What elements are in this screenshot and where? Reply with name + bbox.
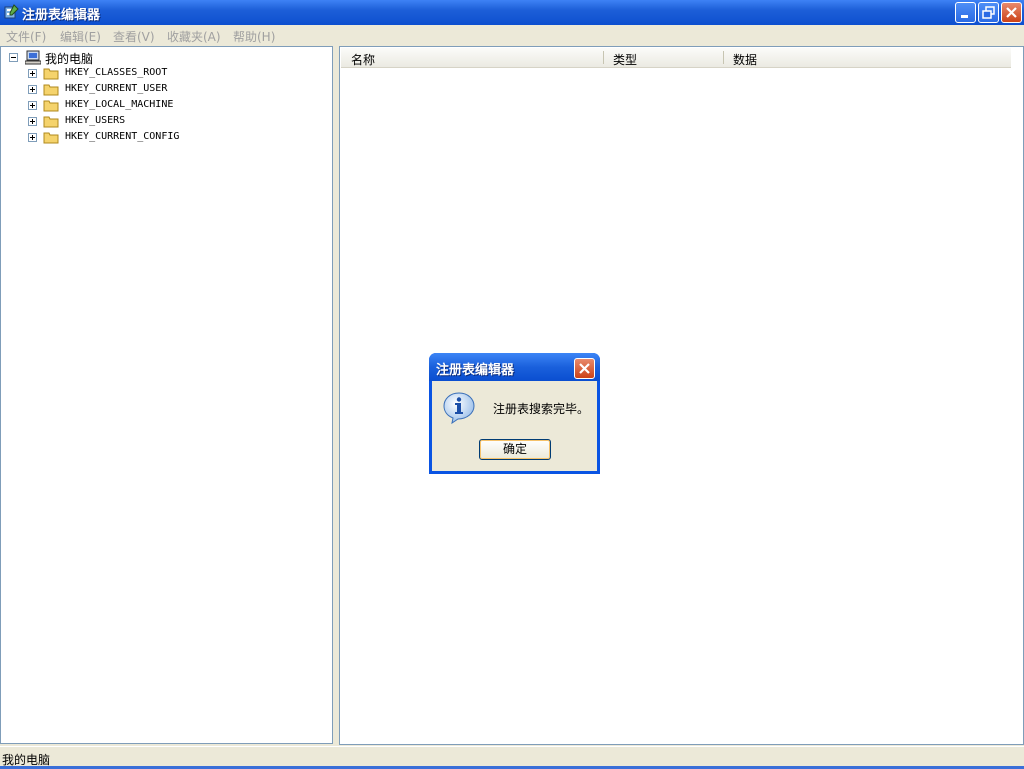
- close-button[interactable]: [1001, 2, 1022, 23]
- column-divider[interactable]: [603, 51, 604, 64]
- dialog-title: 注册表编辑器: [436, 363, 515, 378]
- folder-icon: [43, 68, 59, 80]
- minimize-icon: [961, 15, 968, 18]
- tree-item-label: HKEY_LOCAL_MACHINE: [65, 99, 174, 110]
- expand-icon[interactable]: [28, 85, 37, 94]
- ok-button[interactable]: 确定: [479, 439, 551, 460]
- folder-icon: [43, 100, 59, 112]
- column-header-data[interactable]: 数据: [733, 51, 757, 68]
- title-bar[interactable]: 注册表编辑器: [0, 0, 1024, 25]
- dialog-close-button[interactable]: [574, 358, 595, 379]
- dialog-body: 注册表搜索完毕。 确定: [432, 381, 597, 471]
- menu-edit[interactable]: 编辑(E): [60, 28, 101, 45]
- restore-icon: [982, 6, 995, 19]
- expand-icon[interactable]: [28, 117, 37, 126]
- folder-icon: [43, 116, 59, 128]
- tree-item-label: HKEY_CLASSES_ROOT: [65, 67, 168, 78]
- tree-item-label: HKEY_CURRENT_USER: [65, 83, 168, 94]
- tree-pane[interactable]: 我的电脑 HKEY_CLASSES_ROOT HKEY_CURRENT_USER…: [0, 46, 333, 744]
- info-icon: [443, 392, 475, 425]
- close-icon: [1006, 7, 1017, 18]
- list-header: 名称 类型 数据: [341, 48, 1011, 68]
- close-icon: [579, 363, 590, 374]
- folder-icon: [43, 132, 59, 144]
- minimize-button[interactable]: [955, 2, 976, 23]
- dialog-title-bar[interactable]: 注册表编辑器: [429, 353, 600, 381]
- restore-button[interactable]: [978, 2, 999, 23]
- expand-icon[interactable]: [28, 101, 37, 110]
- menu-help[interactable]: 帮助(H): [233, 28, 275, 45]
- menu-favorites[interactable]: 收藏夹(A): [167, 28, 221, 45]
- tree-item-label: HKEY_CURRENT_CONFIG: [65, 131, 180, 142]
- menu-view[interactable]: 查看(V): [113, 28, 155, 45]
- expand-icon[interactable]: [28, 69, 37, 78]
- column-header-name[interactable]: 名称: [351, 51, 375, 68]
- expand-icon[interactable]: [28, 133, 37, 142]
- column-divider[interactable]: [723, 51, 724, 64]
- column-header-type[interactable]: 类型: [613, 51, 637, 68]
- tree-root-label: 我的电脑: [45, 52, 94, 66]
- computer-icon: [25, 50, 41, 65]
- tree-item-label: HKEY_USERS: [65, 115, 126, 126]
- menu-bar: 文件(F) 编辑(E) 查看(V) 收藏夹(A) 帮助(H): [0, 25, 1024, 45]
- dialog-message: 注册表搜索完毕。: [493, 402, 590, 416]
- collapse-icon[interactable]: [9, 53, 18, 62]
- search-complete-dialog: 注册表编辑器 注册表搜索完毕。 确定: [429, 353, 600, 474]
- window-title: 注册表编辑器: [22, 8, 101, 23]
- menu-file[interactable]: 文件(F): [6, 28, 46, 45]
- status-bar: 我的电脑: [0, 746, 1024, 769]
- registry-editor-icon: [4, 4, 19, 19]
- folder-icon: [43, 84, 59, 96]
